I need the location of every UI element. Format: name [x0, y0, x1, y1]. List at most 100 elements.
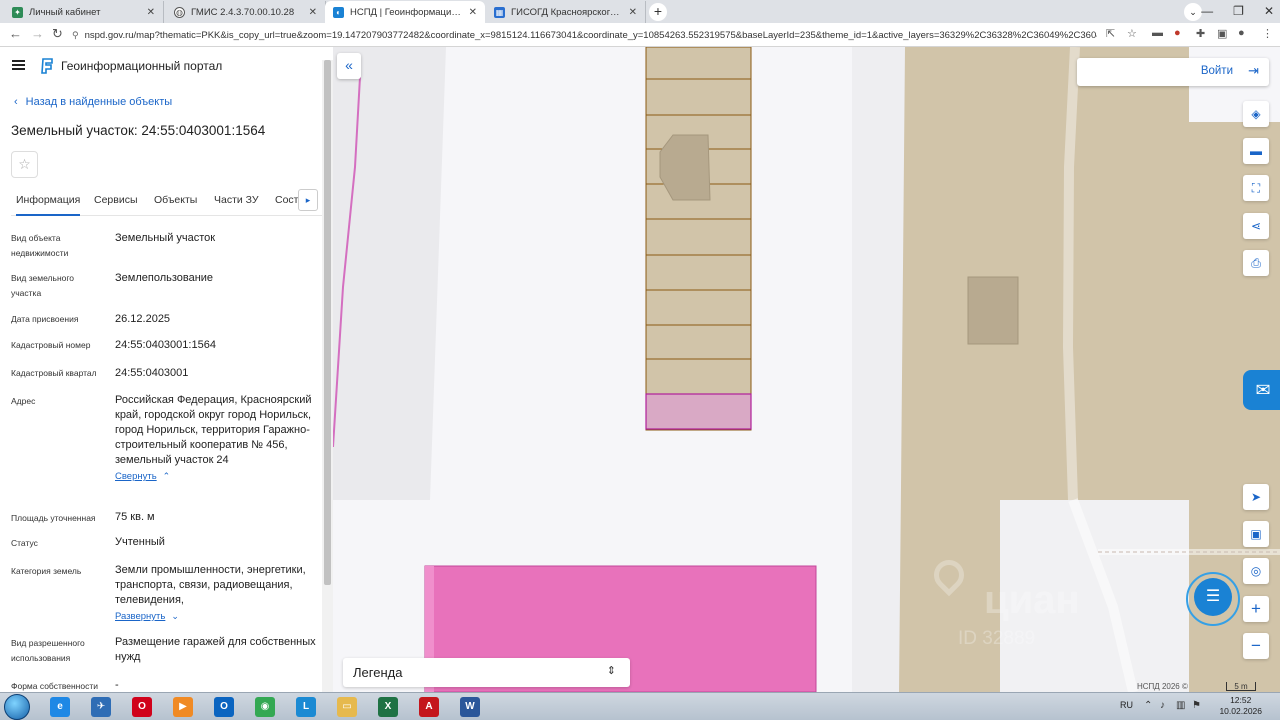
back-to-results-link[interactable]: ‹ Назад в найденные объекты	[14, 96, 172, 108]
extension-icon[interactable]: ●	[1174, 27, 1181, 39]
maximize-icon[interactable]: ❐	[1233, 4, 1244, 18]
share-page-icon[interactable]: ⇱	[1106, 27, 1115, 40]
expand-toggle[interactable]: Развернуть ⌄	[115, 609, 320, 624]
ie-icon: e	[50, 697, 70, 717]
location-pin-icon	[927, 553, 971, 597]
ruler-button[interactable]: ▬	[1243, 138, 1269, 164]
reload-icon[interactable]: ↻	[52, 26, 63, 42]
chrome-icon: ◉	[255, 697, 275, 717]
lo-icon: L	[296, 697, 316, 717]
tab-information[interactable]: Информация	[16, 194, 81, 216]
chat-bubble-icon: ✉	[1255, 380, 1271, 400]
url-text: nspd.gov.ru/map?thematic=PKK&is_copy_url…	[84, 30, 1097, 41]
minimize-icon[interactable]: —	[1201, 4, 1213, 18]
language-indicator[interactable]: RU	[1120, 700, 1133, 710]
address-bar-row: ← → ↻ ⚲ nspd.gov.ru/map?thematic=PKK&is_c…	[0, 23, 1280, 47]
share-button[interactable]: ⋖	[1243, 213, 1269, 239]
layers-button[interactable]: ◈	[1243, 101, 1269, 127]
speaker-icon[interactable]: ♪	[1160, 700, 1165, 711]
opera-icon: O	[132, 697, 152, 717]
clock[interactable]: 12:52 10.02.2026	[1219, 695, 1262, 717]
selected-parcel[interactable]	[645, 393, 752, 430]
taskbar-app-button[interactable]: O	[206, 695, 242, 719]
tab-objects[interactable]: Объекты	[154, 194, 197, 214]
login-button[interactable]: Войти ⇥	[1077, 58, 1269, 86]
menu-icon[interactable]	[12, 60, 25, 70]
close-icon[interactable]: ✕	[629, 7, 637, 18]
taskbar-app-button[interactable]: ▭	[329, 695, 365, 719]
taskbar-app-button[interactable]: e	[42, 695, 78, 719]
share-icon: ⋖	[1250, 219, 1262, 233]
menu-dots-icon[interactable]: ⋮	[1262, 27, 1273, 40]
tab-parcel-parts[interactable]: Части ЗУ	[214, 194, 259, 214]
extension-icon[interactable]: ▬	[1152, 27, 1163, 39]
property-value: -	[115, 679, 119, 691]
scrollbar-thumb[interactable]	[324, 60, 331, 585]
layers-icon: ◈	[1251, 107, 1261, 121]
zoom-in-button[interactable]: +	[1243, 596, 1269, 622]
collapse-panel-button[interactable]: «	[337, 53, 361, 79]
tab-search-button[interactable]: ⌄	[1184, 3, 1202, 21]
url-field[interactable]: ⚲ nspd.gov.ru/map?thematic=PKK&is_copy_ur…	[72, 25, 1097, 45]
windows-taskbar: e ✈ O ▶ O ◉ L ▭ X A W RU ⌃ ♪ ▥ ⚑ 12:52 10.02.2026	[0, 692, 1280, 720]
taskbar-app-button[interactable]: A	[411, 695, 447, 719]
taskbar-app-button[interactable]: X	[370, 695, 406, 719]
property-label: Категория земель	[11, 566, 82, 576]
geo-search-button[interactable]: ◎	[1243, 558, 1269, 584]
tab-gisogd[interactable]: ▦ ГИСОГД Красноярского края ✕	[486, 1, 646, 23]
new-tab-button[interactable]: +	[649, 3, 667, 21]
flag-icon[interactable]: ⚑	[1192, 700, 1201, 711]
property-label: Площадь уточненная	[11, 513, 96, 523]
sidepanel-icon[interactable]: ▣	[1217, 27, 1227, 40]
tabs-scroll-right-icon[interactable]: ▸	[298, 189, 318, 211]
taskbar-app-button[interactable]: O	[124, 695, 160, 719]
close-icon[interactable]: ✕	[147, 7, 155, 18]
profile-icon[interactable]: ●	[1238, 27, 1245, 39]
property-label: Дата присвоения	[11, 314, 79, 324]
minimap-button[interactable]: ▣	[1243, 521, 1269, 547]
media-player-icon: ▶	[173, 697, 193, 717]
legend-dropdown[interactable]: Легенда ⇕	[343, 658, 630, 687]
site-info-icon[interactable]: ⚲	[72, 30, 79, 40]
taskbar-app-button[interactable]: L	[288, 695, 324, 719]
taskbar-app-button[interactable]: ✈	[83, 695, 119, 719]
bookmark-star-icon[interactable]: ☆	[1127, 27, 1137, 40]
taskbar-app-button[interactable]: ▶	[165, 695, 201, 719]
clock-date: 10.02.2026	[1219, 706, 1262, 716]
tab-services[interactable]: Сервисы	[94, 194, 138, 214]
close-icon[interactable]: ✕	[469, 7, 477, 18]
tray-arrow-icon[interactable]: ⌃	[1144, 700, 1152, 711]
taskbar-app-button[interactable]: ◉	[247, 695, 283, 719]
tab-gmis[interactable]: ◍ ГМИС 2.4.3.70.00.10.28 ✕	[166, 1, 326, 23]
login-icon: ⇥	[1248, 63, 1259, 78]
close-icon[interactable]: ✕	[309, 7, 317, 18]
feedback-widget-button[interactable]: ✉	[1243, 370, 1280, 410]
panel-scrollbar[interactable]	[322, 60, 333, 692]
close-window-icon[interactable]: ✕	[1264, 4, 1274, 18]
back-arrow-icon[interactable]: ←	[9, 26, 22, 41]
word-icon: W	[460, 697, 480, 717]
collapse-toggle[interactable]: Свернуть ⌃	[115, 469, 320, 484]
tab-nspd[interactable]: ◐ НСПД | Геоинформационный п ✕	[325, 1, 485, 23]
property-value: 24:55:0403001:1564	[115, 339, 216, 351]
start-button[interactable]	[4, 694, 30, 720]
tab-personal-cabinet[interactable]: ✦ Личный кабинет ✕	[4, 1, 164, 23]
taskbar-app-button[interactable]: W	[452, 695, 488, 719]
map-copyright: НСПД 2026 ©	[1137, 682, 1188, 691]
locate-icon: ➤	[1250, 490, 1262, 504]
plus-icon: +	[1251, 599, 1261, 618]
locate-button[interactable]: ➤	[1243, 484, 1269, 510]
favicon-icon: ◐	[333, 6, 344, 18]
chat-button[interactable]: ☰	[1194, 578, 1232, 616]
puzzle-icon[interactable]: ✚	[1196, 27, 1205, 40]
zoom-out-button[interactable]: −	[1243, 633, 1269, 659]
collapse-link[interactable]: Свернуть	[115, 471, 157, 482]
forward-arrow-icon[interactable]: →	[31, 26, 44, 41]
print-button[interactable]: ⎙	[1243, 250, 1269, 276]
pdf-icon: A	[419, 697, 439, 717]
network-icon[interactable]: ▥	[1176, 700, 1185, 711]
geo-search-icon: ◎	[1250, 564, 1262, 578]
favorite-star-icon[interactable]: ☆	[11, 151, 38, 178]
area-select-button[interactable]: ⛶	[1243, 175, 1269, 201]
expand-link[interactable]: Развернуть	[115, 611, 165, 622]
